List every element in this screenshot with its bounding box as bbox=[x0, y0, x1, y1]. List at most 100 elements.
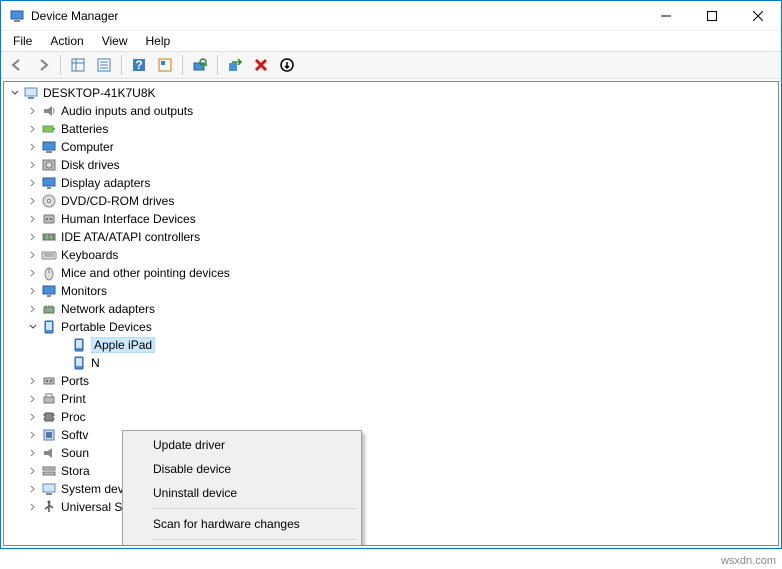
chevron-right-icon[interactable] bbox=[26, 464, 40, 478]
device-tree-panel[interactable]: DESKTOP-41K7U8K Audio inputs and outputs… bbox=[3, 81, 779, 546]
device-hidden[interactable]: N bbox=[4, 354, 778, 372]
category-rest7[interactable]: Universal Serial Bus controllers bbox=[4, 498, 778, 516]
disk-icon bbox=[41, 157, 57, 173]
category-rest2[interactable]: Proc bbox=[4, 408, 778, 426]
forward-button[interactable] bbox=[31, 53, 55, 77]
category-cat11[interactable]: Network adapters bbox=[4, 300, 778, 318]
portable-device-icon bbox=[71, 337, 87, 353]
chevron-right-icon[interactable] bbox=[26, 284, 40, 298]
menubar: File Action View Help bbox=[1, 31, 781, 51]
category-cat1[interactable]: Batteries bbox=[4, 120, 778, 138]
action-button[interactable] bbox=[153, 53, 177, 77]
chevron-right-icon[interactable] bbox=[26, 230, 40, 244]
window-controls bbox=[643, 1, 781, 30]
category-cat10[interactable]: Monitors bbox=[4, 282, 778, 300]
chevron-right-icon[interactable] bbox=[26, 266, 40, 280]
category-cat0[interactable]: Audio inputs and outputs bbox=[4, 102, 778, 120]
category-label: Computer bbox=[61, 140, 114, 154]
category-cat9[interactable]: Mice and other pointing devices bbox=[4, 264, 778, 282]
category-cat8[interactable]: Keyboards bbox=[4, 246, 778, 264]
scan-hardware-button[interactable] bbox=[188, 53, 212, 77]
properties-button[interactable] bbox=[92, 53, 116, 77]
keyboard-icon bbox=[41, 247, 57, 263]
category-label: Softv bbox=[61, 428, 88, 442]
chevron-down-icon[interactable] bbox=[26, 320, 40, 334]
category-rest3[interactable]: Softv bbox=[4, 426, 778, 444]
context-menu-separator bbox=[153, 508, 357, 509]
menu-action[interactable]: Action bbox=[42, 32, 91, 50]
category-label: Print bbox=[61, 392, 86, 406]
uninstall-device-button[interactable] bbox=[249, 53, 273, 77]
category-label: Audio inputs and outputs bbox=[61, 104, 193, 118]
ide-icon bbox=[41, 229, 57, 245]
category-rest6[interactable]: System devices bbox=[4, 480, 778, 498]
category-rest4[interactable]: Soun bbox=[4, 444, 778, 462]
category-rest5[interactable]: Stora bbox=[4, 462, 778, 480]
toolbar-separator bbox=[60, 55, 61, 75]
ctx-disable-device[interactable]: Disable device bbox=[125, 457, 359, 481]
chevron-right-icon[interactable] bbox=[26, 122, 40, 136]
category-cat5[interactable]: DVD/CD-ROM drives bbox=[4, 192, 778, 210]
chevron-right-icon[interactable] bbox=[26, 248, 40, 262]
display-icon bbox=[41, 175, 57, 191]
back-button[interactable] bbox=[5, 53, 29, 77]
category-cat3[interactable]: Disk drives bbox=[4, 156, 778, 174]
show-hide-console-tree-button[interactable] bbox=[66, 53, 90, 77]
app-icon bbox=[9, 8, 25, 24]
chevron-right-icon[interactable] bbox=[26, 500, 40, 514]
device-label: N bbox=[91, 356, 100, 370]
category-rest0[interactable]: Ports bbox=[4, 372, 778, 390]
monitor-icon bbox=[41, 283, 57, 299]
maximize-button[interactable] bbox=[689, 1, 735, 31]
menu-help[interactable]: Help bbox=[138, 32, 179, 50]
mouse-icon bbox=[41, 265, 57, 281]
battery-icon bbox=[41, 121, 57, 137]
titlebar: Device Manager bbox=[1, 1, 781, 31]
category-cat2[interactable]: Computer bbox=[4, 138, 778, 156]
chevron-right-icon[interactable] bbox=[26, 140, 40, 154]
category-rest1[interactable]: Print bbox=[4, 390, 778, 408]
chevron-right-icon[interactable] bbox=[26, 176, 40, 190]
chevron-right-icon[interactable] bbox=[26, 410, 40, 424]
chevron-spacer bbox=[56, 356, 70, 370]
category-cat4[interactable]: Display adapters bbox=[4, 174, 778, 192]
menu-view[interactable]: View bbox=[94, 32, 136, 50]
chevron-right-icon[interactable] bbox=[26, 428, 40, 442]
ctx-update-driver[interactable]: Update driver bbox=[125, 433, 359, 457]
device-apple-ipad[interactable]: Apple iPad bbox=[4, 336, 778, 354]
category-cat7[interactable]: IDE ATA/ATAPI controllers bbox=[4, 228, 778, 246]
root-node[interactable]: DESKTOP-41K7U8K bbox=[4, 84, 778, 102]
category-cat6[interactable]: Human Interface Devices bbox=[4, 210, 778, 228]
disable-device-button[interactable] bbox=[275, 53, 299, 77]
usb-icon bbox=[41, 499, 57, 515]
minimize-button[interactable] bbox=[643, 1, 689, 31]
menu-file[interactable]: File bbox=[5, 32, 40, 50]
sound-icon bbox=[41, 445, 57, 461]
chevron-right-icon[interactable] bbox=[26, 446, 40, 460]
portable-device-icon bbox=[71, 355, 87, 371]
category-label: Keyboards bbox=[61, 248, 118, 262]
chevron-right-icon[interactable] bbox=[26, 158, 40, 172]
ctx-properties[interactable]: Properties bbox=[125, 543, 359, 546]
chevron-right-icon[interactable] bbox=[26, 302, 40, 316]
chevron-right-icon[interactable] bbox=[26, 482, 40, 496]
chevron-down-icon[interactable] bbox=[8, 86, 22, 100]
cd-icon bbox=[41, 193, 57, 209]
category-label: Human Interface Devices bbox=[61, 212, 196, 226]
chevron-right-icon[interactable] bbox=[26, 104, 40, 118]
ctx-scan-hardware[interactable]: Scan for hardware changes bbox=[125, 512, 359, 536]
toolbar-separator bbox=[182, 55, 183, 75]
category-portable-devices[interactable]: Portable Devices bbox=[4, 318, 778, 336]
chevron-right-icon[interactable] bbox=[26, 392, 40, 406]
chevron-right-icon[interactable] bbox=[26, 212, 40, 226]
help-button[interactable]: ? bbox=[127, 53, 151, 77]
close-button[interactable] bbox=[735, 1, 781, 31]
category-label: Portable Devices bbox=[61, 320, 152, 334]
update-driver-button[interactable] bbox=[223, 53, 247, 77]
chevron-right-icon[interactable] bbox=[26, 194, 40, 208]
category-label: Batteries bbox=[61, 122, 108, 136]
ctx-uninstall-device[interactable]: Uninstall device bbox=[125, 481, 359, 505]
chevron-right-icon[interactable] bbox=[26, 374, 40, 388]
category-label: DVD/CD-ROM drives bbox=[61, 194, 174, 208]
device-label: Apple iPad bbox=[91, 337, 155, 353]
